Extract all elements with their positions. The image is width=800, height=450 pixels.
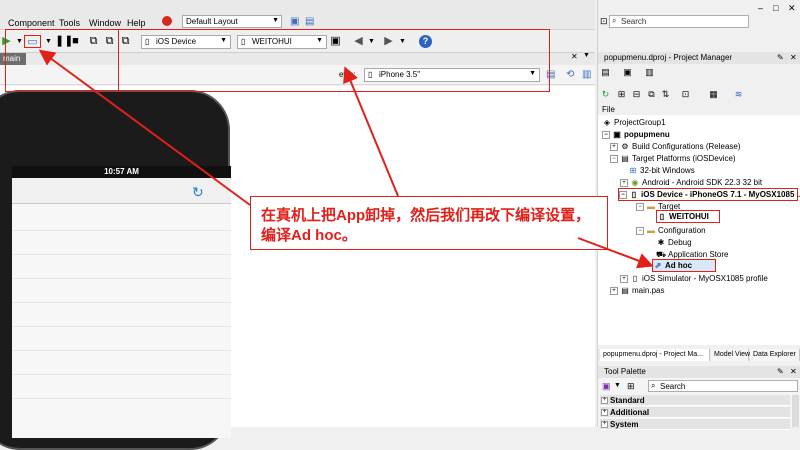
annotation-arrow — [38, 49, 251, 206]
annotation-arrow — [577, 237, 654, 269]
annotation-arrow — [343, 66, 399, 197]
annotation-arrows — [38, 49, 654, 269]
